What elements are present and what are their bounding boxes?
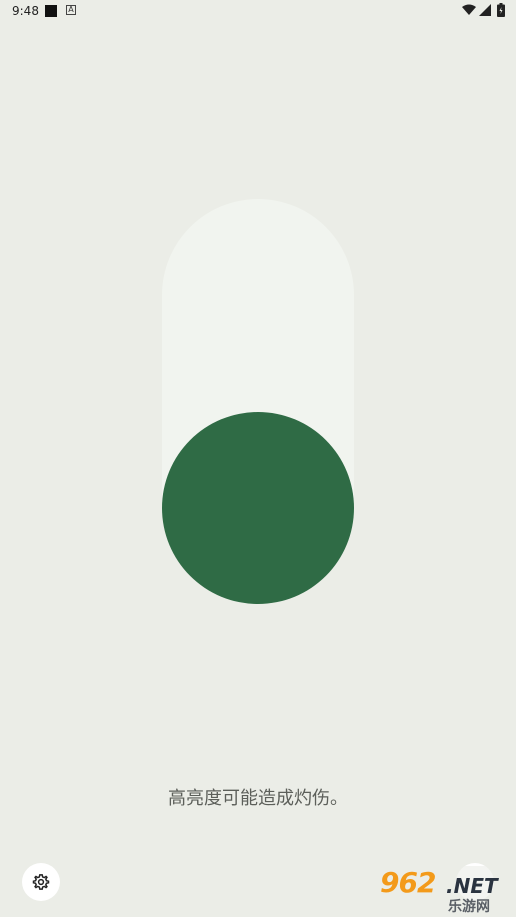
watermark-net: .NET: [446, 874, 498, 898]
status-time: 9:48: [12, 4, 39, 18]
notification-a-icon: A: [66, 5, 76, 15]
notification-square-icon: [45, 5, 57, 17]
watermark-logo: 962 .NET 乐游网: [376, 866, 511, 915]
high-brightness-warning: 高亮度可能造成灼伤。: [168, 788, 348, 809]
watermark-sub: 乐游网: [448, 899, 490, 915]
status-bar: 9:48 A: [0, 0, 516, 24]
battery-icon: [497, 3, 505, 17]
watermark-main: 962: [380, 866, 436, 899]
settings-button[interactable]: [22, 863, 60, 901]
wifi-icon: [462, 4, 476, 15]
gear-icon: [32, 874, 50, 890]
flashlight-switch-knob[interactable]: [162, 412, 354, 604]
signal-icon: [479, 4, 491, 16]
